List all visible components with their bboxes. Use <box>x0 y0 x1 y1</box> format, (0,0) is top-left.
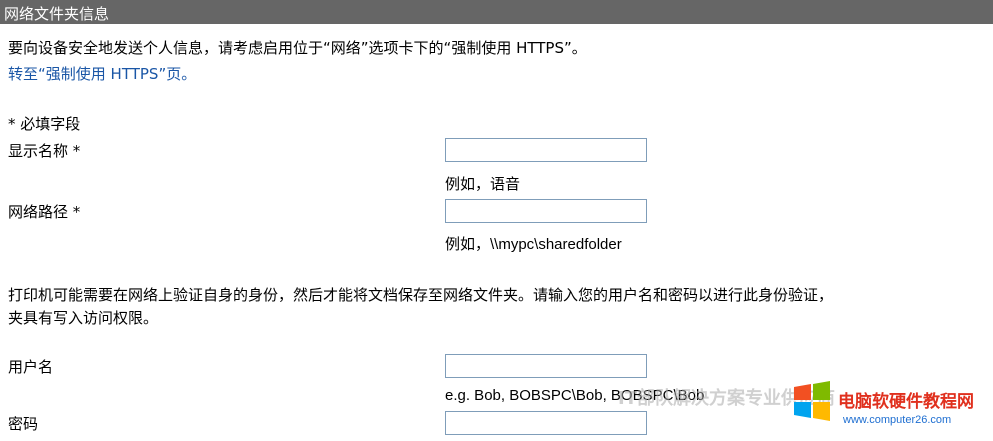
display-name-label: 显示名称 * <box>8 142 81 160</box>
password-label: 密码 <box>8 415 39 433</box>
section-header: 网络文件夹信息 <box>0 0 993 24</box>
force-https-link[interactable]: 转至“强制使用 HTTPS”页。 <box>8 65 196 83</box>
username-label: 用户名 <box>8 358 54 376</box>
watermark-site-url: www.computer26.com <box>843 414 952 426</box>
network-path-field[interactable] <box>445 199 647 223</box>
watermark-site-name: 电脑软硬件教程网 <box>838 392 974 412</box>
section-title: 网络文件夹信息 <box>4 5 110 23</box>
username-field[interactable] <box>445 354 647 378</box>
windows-logo-icon <box>792 381 832 421</box>
network-path-label: 网络路径 * <box>8 203 81 221</box>
display-name-field[interactable] <box>445 138 647 162</box>
password-field[interactable] <box>445 411 647 435</box>
network-path-example: 例如，\\mypc\sharedfolder <box>445 236 622 253</box>
auth-note-line2: 夹具有写入访问权限。 <box>8 309 159 327</box>
https-notice: 要向设备安全地发送个人信息，请考虑启用位于“网络”选项卡下的“强制使用 HTTP… <box>8 39 587 57</box>
required-fields-note: * 必填字段 <box>8 115 81 133</box>
auth-note-line1: 打印机可能需要在网络上验证自身的身份，然后才能将文档保存至网络文件夹。请输入您的… <box>8 286 834 304</box>
display-name-example: 例如，语音 <box>445 175 521 193</box>
